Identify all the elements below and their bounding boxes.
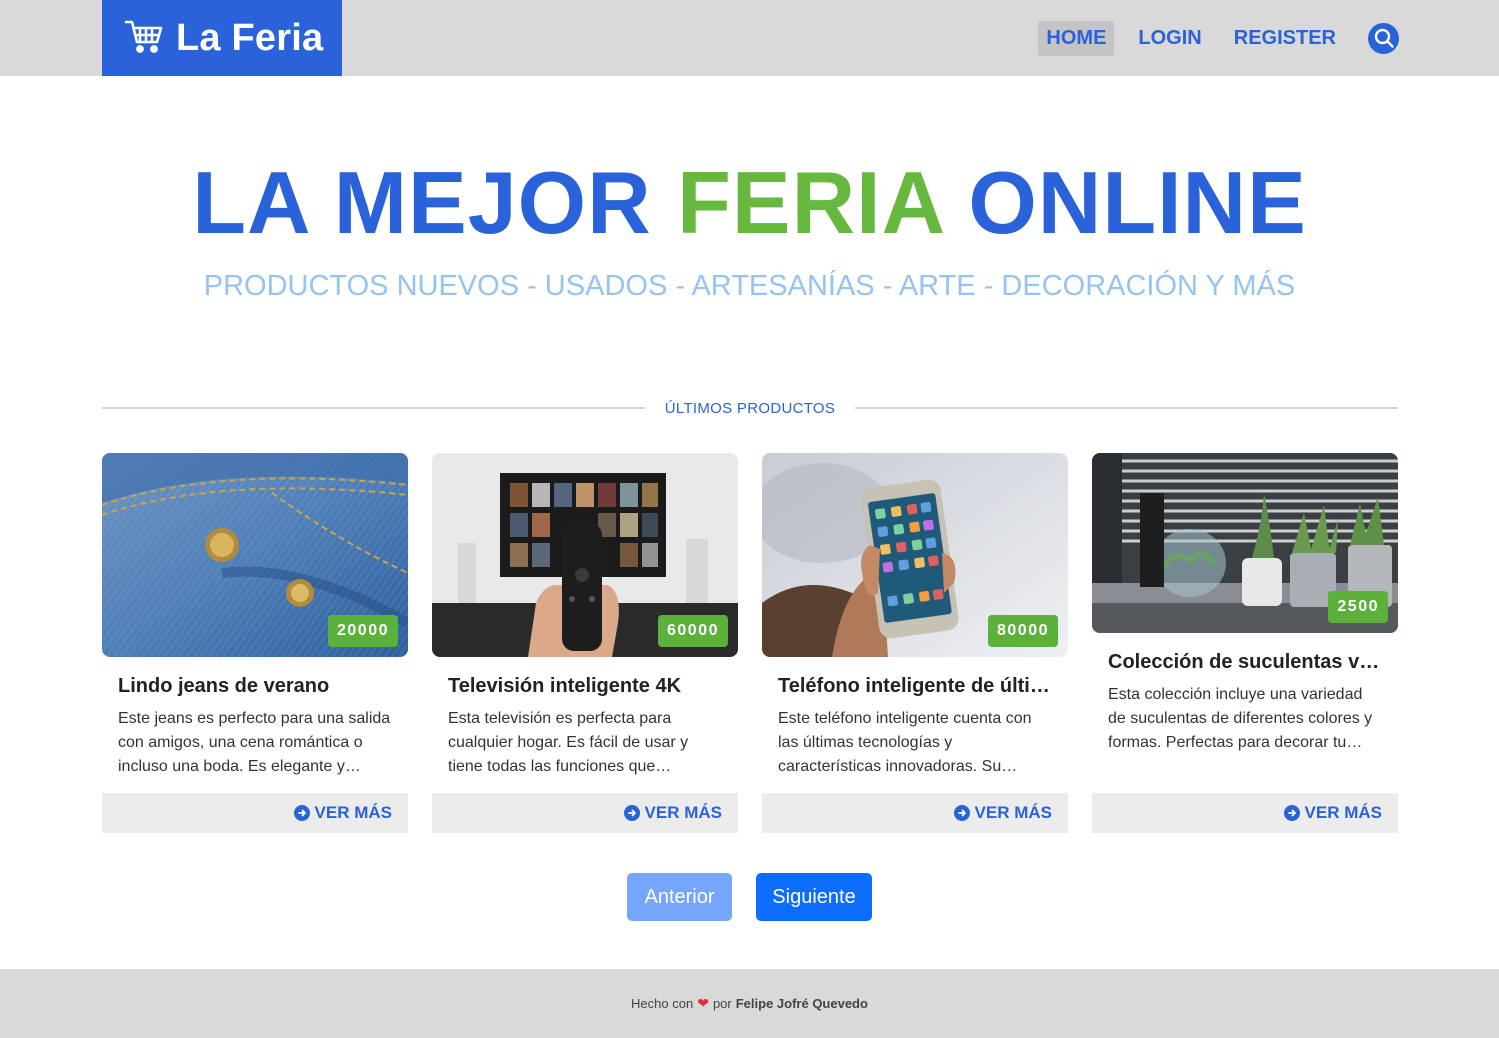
heart-icon: ❤ [697, 995, 709, 1011]
product-title[interactable]: Colección de suculentas vari… [1108, 651, 1382, 674]
nav-login-link[interactable]: LOGIN [1130, 21, 1209, 56]
footer-by: por [712, 996, 732, 1011]
see-more-link[interactable]: VER MÁS [953, 803, 1052, 823]
see-more-label: VER MÁS [314, 803, 392, 822]
product-description: Esta colección incluye una variedad de s… [1108, 686, 1373, 751]
divider-line [855, 407, 1398, 409]
product-image-jeans[interactable]: 20000 [102, 453, 408, 657]
top-navbar: La Feria HOME LOGIN REGISTER [0, 0, 1499, 76]
product-card: 20000 Lindo jeans de verano Este jeans e… [102, 453, 408, 833]
nav-home-link[interactable]: HOME [1038, 20, 1115, 56]
card-footer: VER MÁS [762, 793, 1068, 833]
card-footer: VER MÁS [102, 793, 408, 833]
price-badge: 80000 [988, 615, 1058, 647]
product-card: 80000 Teléfono inteligente de últim… Est… [762, 453, 1068, 833]
price-badge: 20000 [328, 615, 398, 647]
hero-title-part2: ONLINE [968, 153, 1307, 252]
product-image-succulents[interactable]: 2500 [1092, 453, 1398, 633]
shopping-cart-icon [124, 16, 176, 61]
product-title[interactable]: Televisión inteligente 4K [448, 675, 722, 698]
divider-line [102, 407, 645, 409]
hero-title: LA MEJOR FERIA ONLINE [0, 152, 1499, 254]
hero-title-part1: LA MEJOR [192, 153, 652, 252]
arrow-circle-right-icon [953, 805, 970, 821]
brand-logo[interactable]: La Feria [102, 0, 342, 76]
hero-title-accent: FERIA [677, 153, 943, 252]
product-description: Este jeans es perfecto para una salida c… [118, 710, 391, 775]
next-button[interactable]: Siguiente [756, 873, 872, 921]
product-grid: 20000 Lindo jeans de verano Este jeans e… [102, 453, 1398, 833]
product-title[interactable]: Lindo jeans de verano [118, 675, 392, 698]
product-description: Esta televisión es perfecta para cualqui… [448, 710, 689, 775]
page-footer: Hecho con ❤ por Felipe Jofré Quevedo [0, 969, 1499, 1038]
search-icon [1374, 28, 1394, 48]
card-footer: VER MÁS [1092, 793, 1398, 833]
search-button[interactable] [1368, 22, 1399, 54]
product-title[interactable]: Teléfono inteligente de últim… [778, 675, 1052, 698]
arrow-circle-right-icon [293, 805, 310, 821]
footer-author: Felipe Jofré Quevedo [735, 996, 868, 1011]
product-image-phone[interactable]: 80000 [762, 453, 1068, 657]
footer-made-with: Hecho con [631, 996, 694, 1011]
price-badge: 2500 [1328, 591, 1388, 623]
brand-name: La Feria [176, 16, 324, 59]
card-footer: VER MÁS [432, 793, 738, 833]
latest-products-divider: ÚLTIMOS PRODUCTOS [102, 396, 1398, 420]
hero-subtitle: PRODUCTOS NUEVOS - USADOS - ARTESANÍAS -… [203, 270, 1296, 302]
section-label: ÚLTIMOS PRODUCTOS [664, 399, 836, 417]
see-more-link[interactable]: VER MÁS [293, 803, 392, 823]
main-nav: HOME LOGIN REGISTER [1022, 20, 1399, 56]
see-more-label: VER MÁS [644, 803, 722, 822]
arrow-circle-right-icon [623, 805, 640, 821]
product-image-tv[interactable]: 60000 [432, 453, 738, 657]
see-more-link[interactable]: VER MÁS [1283, 803, 1382, 823]
see-more-label: VER MÁS [974, 803, 1052, 822]
product-description: Este teléfono inteligente cuenta con las… [778, 710, 1032, 775]
product-card: 2500 Colección de suculentas vari… Esta … [1092, 453, 1398, 833]
price-badge: 60000 [658, 615, 728, 647]
previous-button[interactable]: Anterior [627, 873, 732, 921]
nav-register-link[interactable]: REGISTER [1226, 21, 1344, 56]
see-more-link[interactable]: VER MÁS [623, 803, 722, 823]
arrow-circle-right-icon [1283, 805, 1300, 821]
product-card: 60000 Televisión inteligente 4K Esta tel… [432, 453, 738, 833]
pagination: Anterior Siguiente [0, 873, 1499, 921]
see-more-label: VER MÁS [1304, 803, 1382, 822]
